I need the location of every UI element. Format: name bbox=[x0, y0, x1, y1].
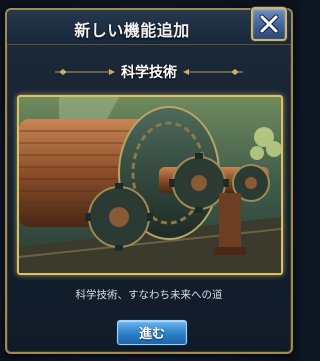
feature-header: 科学技術 bbox=[7, 60, 291, 84]
close-button[interactable] bbox=[251, 7, 287, 41]
feature-caption: 科学技術、すなわち未来への道 bbox=[75, 289, 223, 301]
feature-illustration-frame bbox=[17, 95, 283, 275]
close-x-icon bbox=[259, 14, 279, 34]
dialog-title-bar: 新しい機能追加 bbox=[7, 7, 291, 45]
dialog-title: 新しい機能追加 bbox=[74, 21, 190, 40]
new-feature-dialog: 新しい機能追加 科学技術 科学技術、すなわち未来への道 進む bbox=[5, 7, 293, 354]
right-ornament-icon bbox=[183, 69, 243, 75]
proceed-button[interactable]: 進む bbox=[117, 320, 187, 345]
feature-name: 科学技術 bbox=[121, 65, 177, 81]
proceed-button-label: 進む bbox=[138, 327, 165, 342]
bronze-machinery-illustration bbox=[19, 97, 281, 273]
